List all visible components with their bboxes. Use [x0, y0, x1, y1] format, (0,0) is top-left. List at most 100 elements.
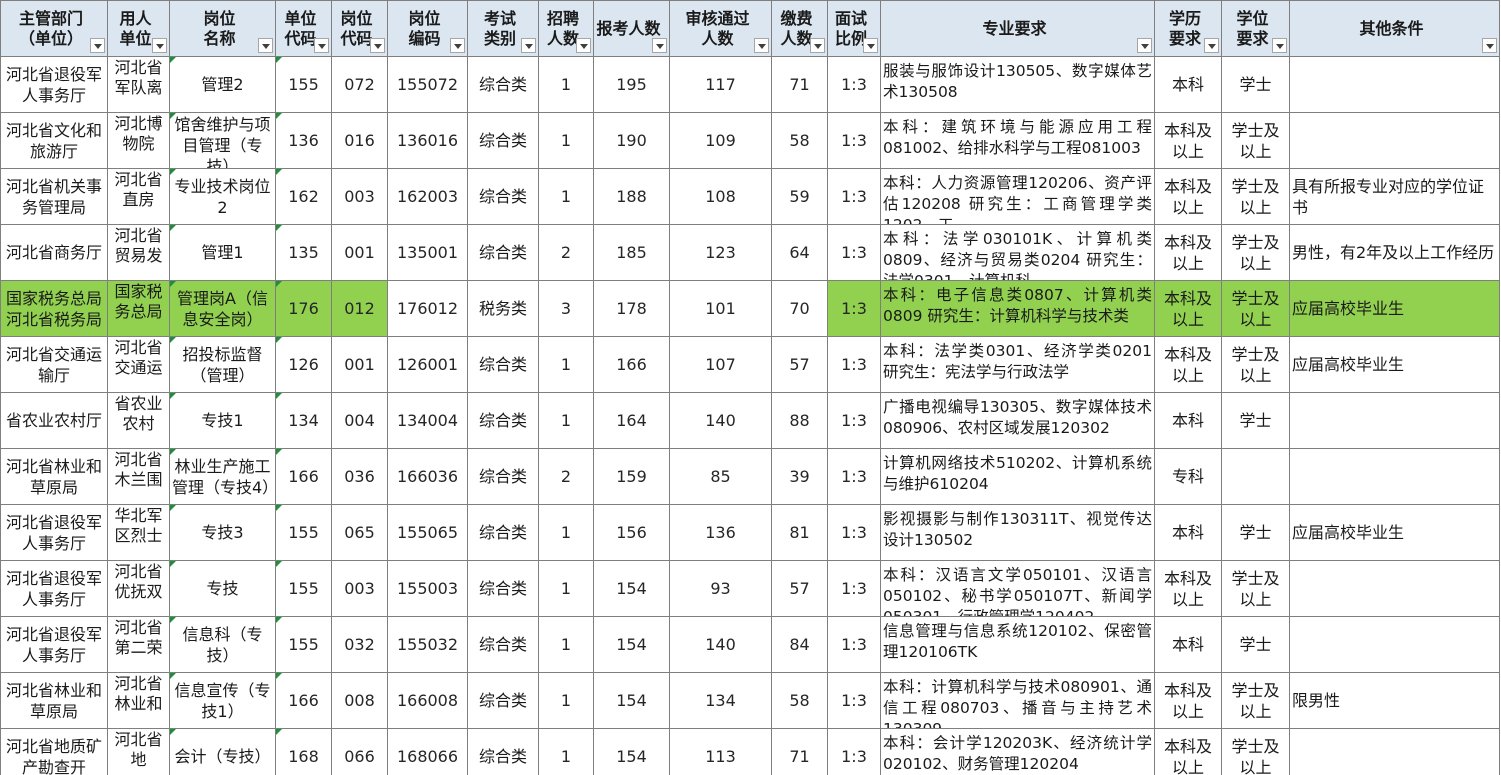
- cell-unit_code[interactable]: 155: [276, 57, 332, 113]
- cell-post_code[interactable]: 004: [332, 393, 388, 449]
- cell-major[interactable]: 本科：电子信息类0807、计算机类0809 研究生：计算机科学与技术类: [881, 281, 1155, 337]
- cell-employer[interactable]: 河北省地: [108, 729, 170, 775]
- cell-post_id[interactable]: 155032: [388, 617, 468, 673]
- cell-edu[interactable]: 本科及以上: [1155, 169, 1222, 225]
- cell-applicants[interactable]: 166: [594, 337, 670, 393]
- filter-dropdown-icon[interactable]: [863, 38, 878, 53]
- cell-edu[interactable]: 专科: [1155, 449, 1222, 505]
- cell-post_code[interactable]: 001: [332, 225, 388, 281]
- cell-applicants[interactable]: 154: [594, 729, 670, 775]
- cell-paid[interactable]: 64: [772, 225, 828, 281]
- cell-dept[interactable]: 河北省地质矿产勘查开: [1, 729, 108, 775]
- filter-dropdown-icon[interactable]: [810, 38, 825, 53]
- cell-edu[interactable]: 本科: [1155, 505, 1222, 561]
- cell-major[interactable]: 本科：法学类0301、经济学类0201 研究生：宪法学与行政法学: [881, 337, 1155, 393]
- cell-employer[interactable]: 河北省优抚双: [108, 561, 170, 617]
- cell-unit_code[interactable]: 166: [276, 449, 332, 505]
- filter-dropdown-icon[interactable]: [1137, 38, 1152, 53]
- cell-quota[interactable]: 1: [539, 729, 594, 775]
- cell-employer[interactable]: 国家税务总局: [108, 281, 170, 337]
- cell-employer[interactable]: 河北省军队离: [108, 57, 170, 113]
- cell-approved[interactable]: 140: [670, 617, 772, 673]
- cell-post_id[interactable]: 168066: [388, 729, 468, 775]
- cell-dept[interactable]: 河北省退役军人事务厅: [1, 617, 108, 673]
- cell-other[interactable]: [1290, 393, 1500, 449]
- cell-post_name[interactable]: 管理2: [170, 57, 276, 113]
- cell-exam_type[interactable]: 综合类: [468, 449, 539, 505]
- cell-other[interactable]: 应届高校毕业生: [1290, 337, 1500, 393]
- cell-paid[interactable]: 71: [772, 57, 828, 113]
- cell-quota[interactable]: 2: [539, 225, 594, 281]
- cell-edu[interactable]: 本科及以上: [1155, 113, 1222, 169]
- cell-post_name[interactable]: 馆舍维护与项目管理（专技）: [170, 113, 276, 169]
- cell-applicants[interactable]: 195: [594, 57, 670, 113]
- cell-dept[interactable]: 河北省文化和旅游厅: [1, 113, 108, 169]
- filter-dropdown-icon[interactable]: [152, 38, 167, 53]
- cell-post_code[interactable]: 001: [332, 337, 388, 393]
- cell-exam_type[interactable]: 综合类: [468, 561, 539, 617]
- cell-unit_code[interactable]: 155: [276, 617, 332, 673]
- cell-exam_type[interactable]: 综合类: [468, 225, 539, 281]
- cell-approved[interactable]: 134: [670, 673, 772, 729]
- cell-ratio[interactable]: 1:3: [828, 673, 881, 729]
- cell-post_code[interactable]: 036: [332, 449, 388, 505]
- cell-ratio[interactable]: 1:3: [828, 169, 881, 225]
- cell-applicants[interactable]: 188: [594, 169, 670, 225]
- cell-post_name[interactable]: 信息宣传（专技1）: [170, 673, 276, 729]
- filter-dropdown-icon[interactable]: [1482, 38, 1497, 53]
- cell-employer[interactable]: 河北省第二荣: [108, 617, 170, 673]
- filter-dropdown-icon[interactable]: [754, 38, 769, 53]
- cell-quota[interactable]: 1: [539, 169, 594, 225]
- cell-quota[interactable]: 1: [539, 561, 594, 617]
- cell-ratio[interactable]: 1:3: [828, 505, 881, 561]
- cell-major[interactable]: 本科：计算机科学与技术080901、通信工程080703、播音与主持艺术1303…: [881, 673, 1155, 729]
- cell-post_name[interactable]: 信息科（专技）: [170, 617, 276, 673]
- cell-dept[interactable]: 河北省交通运输厅: [1, 337, 108, 393]
- cell-dept[interactable]: 河北省退役军人事务厅: [1, 561, 108, 617]
- cell-quota[interactable]: 1: [539, 337, 594, 393]
- cell-other[interactable]: [1290, 617, 1500, 673]
- cell-other[interactable]: [1290, 57, 1500, 113]
- cell-ratio[interactable]: 1:3: [828, 729, 881, 775]
- cell-edu[interactable]: 本科及以上: [1155, 281, 1222, 337]
- cell-exam_type[interactable]: 综合类: [468, 113, 539, 169]
- cell-dept[interactable]: 河北省林业和草原局: [1, 673, 108, 729]
- cell-degree[interactable]: 学士及以上: [1222, 113, 1290, 169]
- filter-dropdown-icon[interactable]: [314, 38, 329, 53]
- cell-post_code[interactable]: 003: [332, 169, 388, 225]
- cell-post_code[interactable]: 012: [332, 281, 388, 337]
- cell-degree[interactable]: 学士及以上: [1222, 561, 1290, 617]
- cell-post_code[interactable]: 032: [332, 617, 388, 673]
- cell-edu[interactable]: 本科: [1155, 57, 1222, 113]
- cell-degree[interactable]: 学士及以上: [1222, 169, 1290, 225]
- cell-approved[interactable]: 93: [670, 561, 772, 617]
- cell-approved[interactable]: 101: [670, 281, 772, 337]
- cell-employer[interactable]: 华北军区烈士: [108, 505, 170, 561]
- cell-edu[interactable]: 本科: [1155, 617, 1222, 673]
- cell-post_code[interactable]: 016: [332, 113, 388, 169]
- filter-dropdown-icon[interactable]: [370, 38, 385, 53]
- cell-degree[interactable]: 学士及以上: [1222, 673, 1290, 729]
- cell-post_name[interactable]: 林业生产施工管理（专技4）: [170, 449, 276, 505]
- cell-employer[interactable]: 省农业农村: [108, 393, 170, 449]
- filter-dropdown-icon[interactable]: [652, 38, 667, 53]
- cell-major[interactable]: 信息管理与信息系统120102、保密管理120106TK: [881, 617, 1155, 673]
- cell-exam_type[interactable]: 综合类: [468, 505, 539, 561]
- cell-ratio[interactable]: 1:3: [828, 449, 881, 505]
- cell-degree[interactable]: 学士: [1222, 617, 1290, 673]
- cell-ratio[interactable]: 1:3: [828, 225, 881, 281]
- filter-dropdown-icon[interactable]: [1204, 38, 1219, 53]
- cell-major[interactable]: 本科：汉语言文学050101、汉语言050102、秘书学050107T、新闻学0…: [881, 561, 1155, 617]
- cell-ratio[interactable]: 1:3: [828, 561, 881, 617]
- cell-post_id[interactable]: 126001: [388, 337, 468, 393]
- cell-dept[interactable]: 河北省林业和草原局: [1, 449, 108, 505]
- cell-approved[interactable]: 140: [670, 393, 772, 449]
- filter-dropdown-icon[interactable]: [258, 38, 273, 53]
- cell-post_name[interactable]: 管理1: [170, 225, 276, 281]
- cell-quota[interactable]: 1: [539, 505, 594, 561]
- cell-ratio[interactable]: 1:3: [828, 617, 881, 673]
- cell-edu[interactable]: 本科及以上: [1155, 729, 1222, 775]
- cell-paid[interactable]: 58: [772, 113, 828, 169]
- cell-approved[interactable]: 107: [670, 337, 772, 393]
- cell-other[interactable]: [1290, 449, 1500, 505]
